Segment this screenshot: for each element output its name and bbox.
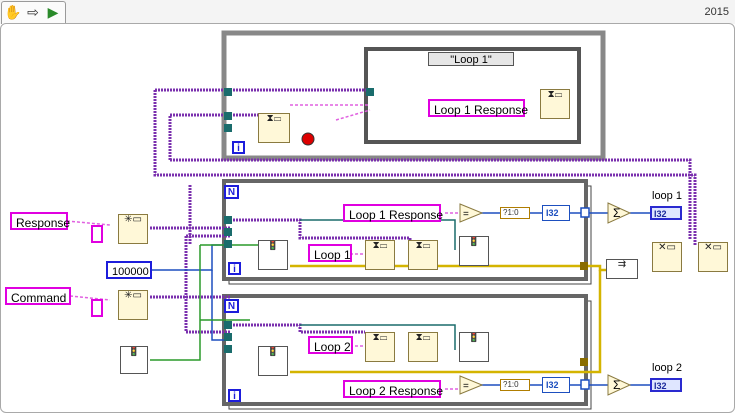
loop2-constant: Loop 2 [308,336,353,354]
wait-notifier-icon: 🚦 [266,346,280,357]
iteration-terminal-2: i [228,389,241,402]
obtain-queue-node-1: ✳▭ [118,214,148,244]
response-control[interactable]: Response [10,212,70,230]
loop1-indicator[interactable]: I32 [650,206,682,220]
iteration-terminal-top: i [232,141,245,154]
enqueue-node-case: ⧗▭ [540,89,570,119]
iteration-terminal-1: i [228,262,241,275]
svg-text:=: = [463,209,469,220]
create-notifier-node: 🚦 [120,346,148,374]
wait-notifier-node-2: 🚦 [258,346,288,376]
count-terminal-2: N [224,299,239,313]
release-queue-icon: ✕▭ [658,242,676,253]
count-terminal-1: N [224,185,239,199]
dequeue-icon: ⧗▭ [266,113,282,124]
case-selector[interactable]: "Loop 1" [428,52,514,66]
loop2-indicator-label: loop 2 [652,362,682,374]
merge-errors-icon: ⇉ [617,259,627,270]
loop2-response-constant: Loop 2 Response [343,380,443,398]
merge-errors-node: ⇉ [606,259,638,279]
release-queue-node-2: ✕▭ [698,242,728,272]
traffic-light-icon: 🚦 [467,332,481,343]
enqueue-node-2: ⧗▭ [365,332,395,362]
case-selector-label: "Loop 1" [450,54,492,66]
to-i32-node-2: I32 [542,377,570,393]
wait-notifier-node-1: 🚦 [258,240,288,270]
empty-string-constant-1 [91,225,103,243]
enqueue-icon: ⧗▭ [547,89,563,100]
bool-to-int-node-1: ?1:0 [500,207,530,219]
svg-text:Σ: Σ [613,206,620,220]
wait-notifier-icon: 🚦 [266,240,280,251]
send-notification-node-2: 🚦 [459,332,489,362]
svg-text:Σ: Σ [613,378,620,392]
dequeue-icon: ⧗▭ [415,332,431,343]
enqueue-icon: ⧗▭ [372,240,388,251]
loop1-response-case-constant: Loop 1 Response [428,99,528,117]
loop1-indicator-label: loop 1 [652,190,682,202]
empty-string-constant-2 [91,299,103,317]
obtain-queue-icon: ✳▭ [124,290,142,301]
dequeue-node-top: ⧗▭ [258,113,290,143]
release-queue-icon: ✕▭ [704,242,722,253]
svg-text:=: = [463,381,469,392]
dequeue-node-2: ⧗▭ [408,332,438,362]
bool-to-int-node-2: ?1:0 [500,379,530,391]
release-queue-node-1: ✕▭ [652,242,682,272]
stop-icon [301,132,315,146]
traffic-light-icon: 🚦 [467,236,481,247]
loop2-indicator[interactable]: I32 [650,378,682,392]
dequeue-node-1: ⧗▭ [408,240,438,270]
send-notification-node-1: 🚦 [459,236,489,266]
dequeue-icon: ⧗▭ [415,240,431,251]
enqueue-icon: ⧗▭ [372,332,388,343]
loop1-response-constant: Loop 1 Response [343,204,443,222]
traffic-light-icon: 🚦 [127,346,141,357]
obtain-queue-node-2: ✳▭ [118,290,148,320]
timeout-control[interactable]: 100000 [106,261,152,279]
loop1-constant: Loop 1 [308,244,352,262]
enqueue-node-1: ⧗▭ [365,240,395,270]
to-i32-node-1: I32 [542,205,570,221]
command-control[interactable]: Command [5,287,71,305]
obtain-queue-icon: ✳▭ [124,214,142,225]
